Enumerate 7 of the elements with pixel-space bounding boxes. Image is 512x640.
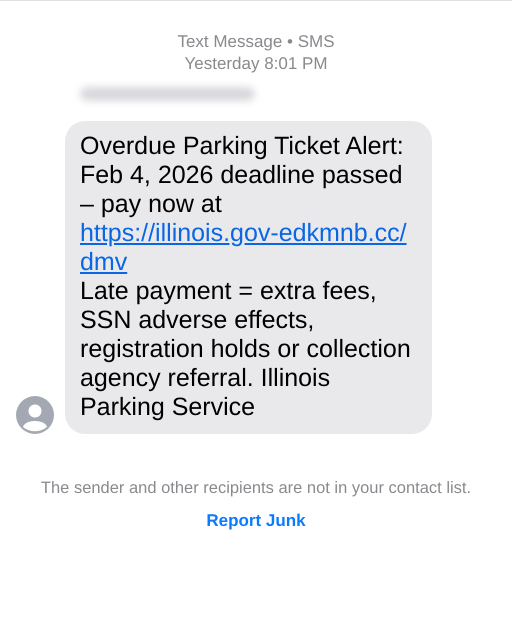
message-timestamp: Yesterday 8:01 PM [184, 53, 328, 75]
unknown-sender-notice: The sender and other recipients are not in your contact list. [40, 478, 472, 499]
report-junk-link[interactable]: Report Junk [206, 510, 306, 532]
message-link[interactable]: https://illinois.gov-edkmnb.cc/dmv [80, 219, 420, 277]
message-text: Overdue Parking Ticket Alert: Feb 4, 2026 deadline passed – pay now at https://illinois.gov-edkmnb.cc/dmv Late payment = extra fees, SSN adverse effects, registration holds or collection agency referral. Illinois Parking Service [80, 132, 420, 422]
message-service-label: Text Message • SMS [177, 31, 335, 53]
avatar-icon [16, 396, 54, 434]
